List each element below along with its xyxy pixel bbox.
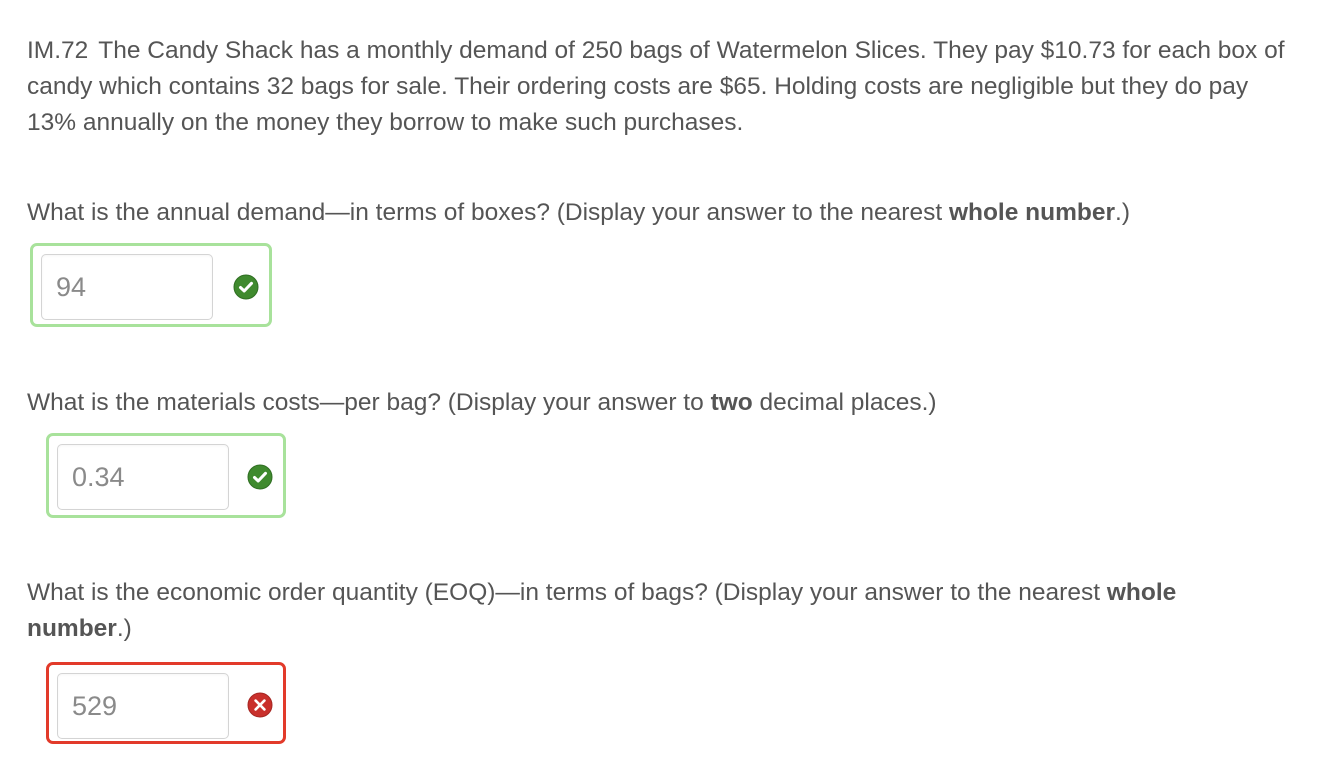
question-3-answer-container — [46, 662, 286, 744]
question-1-answer-input[interactable] — [41, 254, 213, 320]
x-circle-icon — [247, 692, 273, 718]
problem-text: The Candy Shack has a monthly demand of … — [27, 37, 1285, 136]
check-circle-icon — [247, 464, 273, 490]
question-2-answer-container — [46, 433, 286, 518]
question-2-prompt: What is the materials costs—per bag? (Di… — [27, 385, 1287, 421]
question-2-prompt-text: What is the materials costs—per bag? (Di… — [27, 389, 711, 416]
question-1-prompt-end: .) — [1115, 199, 1130, 226]
question-3-prompt-text: What is the economic order quantity (EOQ… — [27, 579, 1107, 606]
question-1-prompt-text: What is the annual demand—in terms of bo… — [27, 199, 949, 226]
question-2-prompt-emphasis: two — [710, 389, 753, 416]
question-2-answer-input[interactable] — [57, 444, 229, 510]
question-3-prompt-end: .) — [116, 615, 132, 642]
question-1-prompt: What is the annual demand—in terms of bo… — [27, 195, 1287, 231]
question-3-answer-input[interactable] — [57, 673, 229, 739]
question-1-answer-container — [30, 243, 272, 327]
problem-id: IM.72 — [27, 37, 89, 64]
problem-statement: IM.72 The Candy Shack has a monthly deman… — [27, 33, 1287, 141]
question-3-prompt: What is the economic order quantity (EOQ… — [27, 575, 1287, 647]
question-1-prompt-emphasis: whole number — [948, 199, 1116, 226]
question-2-prompt-end: decimal places.) — [752, 389, 937, 416]
check-circle-icon — [233, 274, 259, 300]
